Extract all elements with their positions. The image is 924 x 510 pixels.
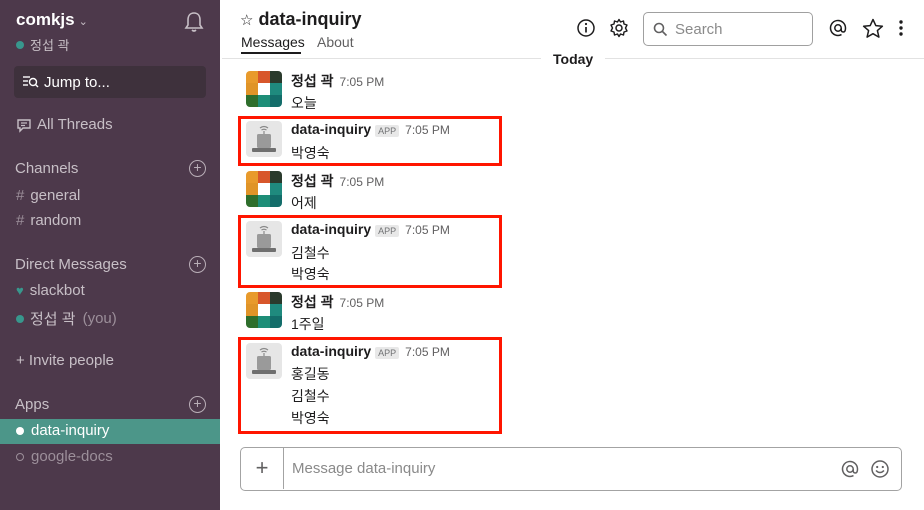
message-text: 박영숙 — [291, 145, 330, 161]
message-input[interactable]: Message data-inquiry — [292, 460, 435, 477]
sidebar-item-self[interactable]: 정섭 곽 (you) — [16, 308, 117, 329]
sender-name[interactable]: data-inquiry — [291, 121, 371, 137]
message-text: 박영숙 — [291, 266, 330, 282]
channels-heading[interactable]: Channels — [15, 160, 78, 177]
info-icon[interactable] — [576, 18, 596, 43]
user-avatar[interactable] — [246, 171, 282, 207]
message-text: 박영숙 — [291, 410, 330, 426]
message-header: data-inquiry APP 7:05 PM — [291, 221, 450, 237]
attach-button[interactable]: + — [241, 448, 284, 489]
sidebar-item-slackbot[interactable]: ♥ slackbot — [16, 282, 85, 299]
message-header: 정섭 곽 7:05 PM — [291, 171, 384, 191]
timestamp[interactable]: 7:05 PM — [340, 175, 385, 189]
mention-icon[interactable] — [840, 459, 860, 484]
dm-heading[interactable]: Direct Messages — [15, 256, 127, 273]
starred-items-icon[interactable] — [862, 18, 884, 44]
user-avatar[interactable] — [246, 71, 282, 107]
search-icon — [653, 22, 668, 36]
invite-people-link[interactable]: + Invite people — [16, 352, 114, 369]
jump-to-button[interactable]: Jump to... — [14, 66, 206, 98]
timestamp[interactable]: 7:05 PM — [340, 75, 385, 89]
threads-icon — [17, 118, 31, 133]
app-badge: APP — [375, 347, 400, 359]
jump-search-icon — [23, 76, 39, 88]
sidebar-item-general[interactable]: # general — [16, 187, 80, 204]
heart-icon: ♥ — [16, 283, 24, 298]
search-input[interactable]: Search — [643, 12, 813, 46]
timestamp[interactable]: 7:05 PM — [405, 345, 450, 359]
message-text: 오늘 — [291, 95, 317, 111]
add-dm-icon[interactable]: + — [189, 256, 206, 273]
gear-icon[interactable] — [609, 18, 629, 43]
hash-icon: # — [16, 212, 25, 229]
message-text: 김철수 — [291, 388, 330, 404]
timestamp[interactable]: 7:05 PM — [405, 123, 450, 137]
timestamp[interactable]: 7:05 PM — [405, 223, 450, 237]
active-tab-underline — [241, 52, 301, 54]
sidebar: comkjs ⌄ 정섭 곽 Jump to... All Threads Chan… — [0, 0, 220, 510]
tab-messages[interactable]: Messages — [241, 34, 305, 50]
sender-name[interactable]: data-inquiry — [291, 221, 371, 237]
message-header: 정섭 곽 7:05 PM — [291, 292, 384, 312]
sender-name[interactable]: 정섭 곽 — [291, 171, 334, 191]
online-dot-icon — [16, 426, 24, 435]
add-app-icon[interactable]: + — [189, 396, 206, 413]
bot-avatar[interactable] — [246, 221, 282, 257]
sender-name[interactable]: data-inquiry — [291, 343, 371, 359]
bell-icon[interactable] — [184, 11, 204, 38]
app-badge: APP — [375, 225, 400, 237]
bot-avatar[interactable] — [246, 343, 282, 379]
more-options-icon[interactable] — [898, 18, 904, 43]
current-user: 정섭 곽 — [16, 35, 70, 54]
mentions-icon[interactable] — [828, 18, 848, 43]
sidebar-item-random[interactable]: # random — [16, 212, 81, 229]
message-header: 정섭 곽 7:05 PM — [291, 71, 384, 91]
emoji-icon[interactable] — [870, 459, 890, 484]
team-name[interactable]: comkjs ⌄ — [16, 10, 88, 30]
message-text: 김철수 — [291, 245, 330, 261]
sender-name[interactable]: 정섭 곽 — [291, 292, 334, 312]
app-badge: APP — [375, 125, 400, 137]
all-threads-item[interactable]: All Threads — [16, 116, 113, 133]
chevron-down-icon[interactable]: ⌄ — [79, 16, 88, 28]
timestamp[interactable]: 7:05 PM — [340, 296, 385, 310]
hash-icon: # — [16, 187, 25, 204]
sender-name[interactable]: 정섭 곽 — [291, 71, 334, 91]
message-header: data-inquiry APP 7:05 PM — [291, 343, 450, 359]
day-divider-label: Today — [541, 51, 606, 67]
message-composer[interactable]: + Message data-inquiry — [240, 447, 902, 491]
apps-heading[interactable]: Apps — [15, 396, 49, 413]
message-text: 홍길동 — [291, 366, 330, 382]
message-text: 어제 — [291, 195, 317, 211]
sidebar-item-data-inquiry[interactable]: data-inquiry — [16, 422, 109, 439]
presence-dot-icon — [16, 40, 24, 49]
channel-title: ☆ data-inquiry — [240, 9, 362, 29]
presence-dot-icon — [16, 314, 24, 323]
tab-about[interactable]: About — [317, 34, 354, 50]
star-icon[interactable]: ☆ — [240, 11, 253, 29]
message-text: 1주일 — [291, 316, 325, 332]
bot-avatar[interactable] — [246, 121, 282, 157]
add-channel-icon[interactable]: + — [189, 160, 206, 177]
sidebar-item-google-docs[interactable]: google-docs — [16, 448, 113, 465]
message-header: data-inquiry APP 7:05 PM — [291, 121, 450, 137]
user-avatar[interactable] — [246, 292, 282, 328]
offline-ring-icon — [16, 452, 24, 461]
